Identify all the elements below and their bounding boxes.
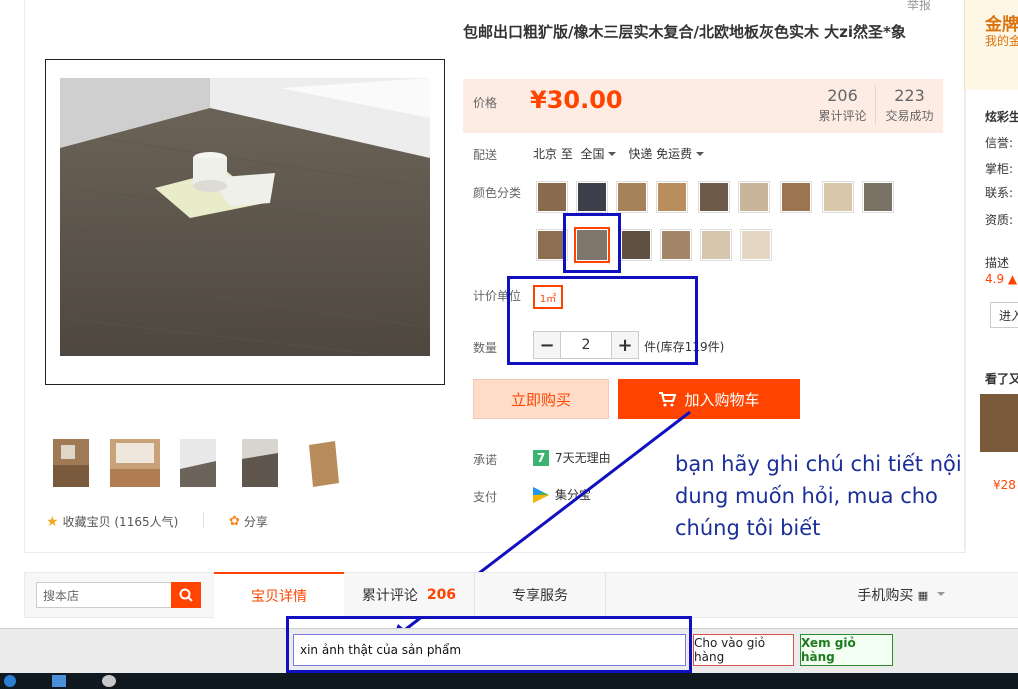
color-swatch[interactable]: [616, 181, 648, 213]
price-label: 价格: [473, 96, 498, 110]
also-viewed-price: ¥28: [993, 478, 1016, 492]
promise-item[interactable]: 7 7天无理由: [533, 449, 611, 466]
color-swatch[interactable]: [660, 229, 692, 261]
payment-label: 支付: [473, 490, 498, 504]
also-viewed-title: 看了又: [985, 372, 1018, 386]
delivery-label: 配送: [473, 148, 498, 162]
shop-name[interactable]: 炫彩生: [985, 108, 1018, 125]
add-to-cart-note-button[interactable]: Cho vào giỏ hàng: [693, 634, 794, 666]
stat-divider: [875, 85, 876, 125]
shop-rating-label: 信誉:: [985, 136, 1014, 150]
color-swatch[interactable]: [738, 181, 770, 213]
color-swatch[interactable]: [700, 229, 732, 261]
add-to-cart-button[interactable]: 加入购物车: [618, 379, 800, 419]
product-title: 包邮出口粗犷版/橡木三层实木复合/北欧地板灰色实木 大zi然圣*象: [463, 23, 906, 41]
color-swatch[interactable]: [698, 181, 730, 213]
favorite-label: 收藏宝贝 (1165人气): [62, 515, 179, 529]
share-link[interactable]: ✿ 分享: [229, 513, 268, 530]
payment-value: 集分宝: [555, 488, 592, 502]
search-icon: [179, 588, 193, 602]
view-cart-button[interactable]: Xem giỏ hàng: [800, 634, 893, 666]
shop-search-button[interactable]: [171, 582, 201, 608]
payment-item[interactable]: 集分宝: [533, 486, 591, 503]
seven-day-icon: 7: [533, 449, 549, 466]
divider: [203, 512, 204, 528]
chevron-down-icon: [936, 592, 945, 596]
browser-icon[interactable]: [4, 675, 16, 687]
tab-reviews-label: 累计评论: [361, 588, 418, 604]
thumbnail-4[interactable]: [242, 439, 278, 487]
buy-now-button[interactable]: 立即购买: [473, 379, 609, 419]
color-swatch[interactable]: [740, 229, 772, 261]
desc-label: 描述: [985, 256, 1010, 270]
tab-mobile-label: 手机购买: [857, 588, 914, 604]
highlight-box-note: [286, 616, 692, 673]
highlight-box-options: [507, 276, 698, 365]
shop-contact-label: 联系:: [985, 186, 1014, 200]
share-label: 分享: [243, 515, 268, 529]
cart-icon: [659, 392, 677, 407]
app-icon[interactable]: [52, 675, 66, 687]
quantity-label: 数量: [473, 341, 498, 355]
sales-stat: 223 交易成功: [885, 86, 934, 123]
color-swatch[interactable]: [656, 181, 688, 213]
color-swatch[interactable]: [862, 181, 894, 213]
delivery-method-dropdown[interactable]: 快递 免运费: [628, 147, 692, 161]
promise-label: 承诺: [473, 453, 498, 467]
color-swatch[interactable]: [536, 181, 568, 213]
desc-score: 4.9 ▲: [985, 272, 1018, 286]
favorite-link[interactable]: ★ 收藏宝贝 (1165人气): [46, 513, 178, 530]
shop-qualification-label: 资质:: [985, 213, 1014, 227]
promise-value: 7天无理由: [555, 451, 611, 465]
tab-reviews-count: 206: [426, 587, 457, 603]
also-viewed-image[interactable]: [980, 394, 1018, 452]
share-icon: ✿: [229, 514, 240, 529]
tab-mobile[interactable]: 手机购买 ▦: [850, 572, 960, 618]
tab-service[interactable]: 专享服务: [475, 572, 605, 618]
color-swatch[interactable]: [780, 181, 812, 213]
add-to-cart-label: 加入购物车: [684, 390, 760, 409]
color-label: 颜色分类: [473, 186, 522, 200]
annotation-note: bạn hãy ghi chú chi tiết nội dung muốn h…: [675, 452, 962, 540]
tab-reviews[interactable]: 累计评论 206: [344, 572, 474, 618]
up-arrow-icon: ▲: [1007, 272, 1018, 286]
delivery-from: 北京 至: [533, 147, 573, 161]
thumbnail-1[interactable]: [53, 439, 89, 487]
os-taskbar: [0, 673, 1018, 689]
color-swatch[interactable]: [822, 181, 854, 213]
thumbnail-5[interactable]: [305, 439, 341, 487]
chevron-down-icon: [696, 151, 705, 156]
enter-shop-button[interactable]: 进入: [990, 302, 1018, 328]
tab-detail[interactable]: 宝贝详情: [214, 572, 344, 618]
report-link[interactable]: 举报: [907, 0, 931, 13]
shop-owner-label: 掌柜:: [985, 162, 1014, 176]
chevron-down-icon: [608, 151, 617, 156]
qrcode-icon: ▦: [917, 588, 929, 602]
thumbnail-2[interactable]: [110, 439, 160, 487]
delivery-to-dropdown[interactable]: 全国: [580, 147, 604, 161]
brand-subtitle: 我的金: [985, 34, 1018, 48]
color-swatch[interactable]: [576, 181, 608, 213]
jifenbao-icon: [533, 486, 549, 503]
star-icon: ★: [46, 513, 59, 530]
app-icon[interactable]: [102, 675, 116, 687]
reviews-stat[interactable]: 206 累计评论: [815, 86, 870, 124]
tab-divider: [605, 572, 606, 618]
price-value: ¥30.00: [530, 86, 623, 114]
thumbnail-3[interactable]: [180, 439, 216, 487]
shop-search-input[interactable]: 搜本店: [36, 582, 172, 608]
highlight-box-swatch: [563, 213, 621, 273]
delivery-info: 北京 至 全国 快递 免运费: [533, 145, 712, 162]
main-product-image[interactable]: [60, 78, 430, 356]
color-swatch[interactable]: [620, 229, 652, 261]
